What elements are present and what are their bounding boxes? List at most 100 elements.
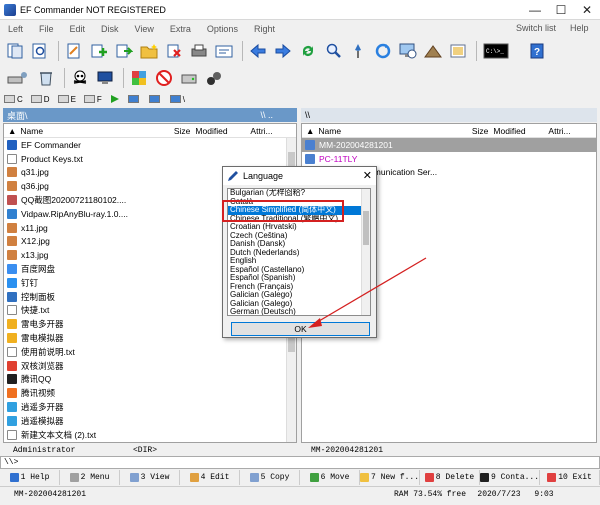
maximize-button[interactable]: ☐ [548,0,574,20]
new-folder-icon[interactable] [138,40,160,62]
drive-e[interactable]: E [57,95,76,104]
file-row[interactable]: 使用前说明.txt [4,345,296,359]
col-name[interactable]: Name [20,126,140,136]
menu-disk[interactable]: Disk [93,24,127,34]
edit-doc-icon[interactable] [63,40,85,62]
recycle-bin-icon[interactable] [35,67,57,89]
f3-view-button[interactable]: 3 View [120,470,180,485]
language-option[interactable]: Czech (Čeština) [228,232,362,241]
arrow-left-icon[interactable] [247,40,269,62]
col-size[interactable]: Size [140,126,191,136]
desktop-drive-icon[interactable] [127,95,141,103]
minimize-button[interactable]: — [522,0,548,20]
no-entry-icon[interactable] [153,67,175,89]
sync-icon[interactable] [297,40,319,62]
file-row[interactable]: 新建文本文档 (2).txt [4,428,296,442]
command-prompt-icon[interactable]: C:\>_ [481,40,511,62]
file-name: X12.jpg [21,236,50,247]
language-scroll-thumb[interactable] [363,211,369,245]
col-attri[interactable]: Attri... [548,126,578,136]
search-files-icon[interactable] [29,40,51,62]
print-icon[interactable] [188,40,210,62]
command-line-input[interactable]: \\> [0,456,600,469]
audio-icon[interactable] [203,67,225,89]
disk-tools-icon[interactable] [178,67,200,89]
monitor-icon[interactable] [397,40,419,62]
language-option[interactable]: Bulgarian (尤梓囵粭? [228,189,362,198]
root-drive[interactable]: \ [169,95,185,104]
file-row[interactable]: EF Commander [4,138,296,152]
status-computer: MM-202004281201 [14,489,87,499]
close-button[interactable]: ✕ [574,0,600,20]
file-row[interactable]: 逍遥多开器 [4,400,296,414]
file-icon [7,250,17,261]
f1-help-button[interactable]: 1 Help [0,470,60,485]
menu-options[interactable]: Options [199,24,246,34]
drive-d[interactable]: D [30,95,50,104]
delete-icon[interactable] [163,40,185,62]
menu-right[interactable]: Right [246,24,283,34]
file-name: 逍遥模拟器 [21,415,64,426]
f10-exit-button[interactable]: 10 Exit [540,470,600,485]
f7-new-folder-button[interactable]: 7 New f... [360,470,420,485]
menu-view[interactable]: View [127,24,162,34]
arrow-right-icon[interactable] [272,40,294,62]
file-row[interactable]: 逍遥模拟器 [4,414,296,428]
f4-edit-button[interactable]: 4 Edit [180,470,240,485]
pin-icon[interactable] [347,40,369,62]
language-option[interactable]: Danish (Dansk) [228,240,362,249]
network-drive-small-icon[interactable] [148,95,162,103]
new-file-icon[interactable] [88,40,110,62]
pen-icon [228,171,238,181]
left-path-bar[interactable]: 桌面\ \\ .. [3,108,297,122]
f5-copy-button[interactable]: 5 Copy [240,470,300,485]
network-item-selected[interactable]: MM-202004281201 [302,138,596,152]
menu-file[interactable]: File [31,24,62,34]
drive-f[interactable]: F [83,95,102,104]
move-icon[interactable] [113,40,135,62]
skull-icon[interactable] [69,67,91,89]
refresh-icon[interactable] [372,40,394,62]
left-nav-symbols[interactable]: \\ .. [260,110,273,120]
col-attri[interactable]: Attri... [250,126,280,136]
right-path-bar[interactable]: \\ [301,108,597,122]
title-bar: EF Commander NOT REGISTERED — ☐ ✕ [0,0,600,20]
f2-menu-button[interactable]: 2 Menu [60,470,120,485]
f8-delete-button[interactable]: 8 Delete [420,470,480,485]
col-size[interactable]: Size [438,126,489,136]
file-row[interactable]: 腾讯视频 [4,386,296,400]
find-icon[interactable] [322,40,344,62]
file-row[interactable]: 腾讯QQ [4,373,296,387]
file-name: 新建文本文档 (2).txt [21,429,97,440]
menu-help[interactable]: Help [570,20,589,37]
menu-switch-list[interactable]: Switch list [516,20,556,37]
f6-move-button[interactable]: 6 Move [300,470,360,485]
puzzle-icon[interactable] [128,67,150,89]
mountain-icon[interactable] [422,40,444,62]
network-item[interactable]: PC-11TLY [302,152,596,166]
drive-icon [83,95,95,103]
help-book-icon[interactable]: ? [526,40,548,62]
f9-context-button[interactable]: 9 Conta... [480,470,541,485]
view-icon [129,473,139,482]
system-monitor-icon[interactable] [94,67,116,89]
copy-doc-icon[interactable] [4,40,26,62]
image-icon[interactable] [447,40,469,62]
drive-c[interactable]: C [4,95,23,104]
menu-extra[interactable]: Extra [162,24,199,34]
file-name: q31.jpg [21,167,49,178]
dialog-close-button[interactable]: ✕ [363,169,372,182]
menu-left[interactable]: Left [0,24,31,34]
col-modified[interactable]: Modified [488,126,548,136]
file-row[interactable]: Product Keys.txt [4,152,296,166]
file-icon [7,208,17,219]
col-name[interactable]: Name [318,126,438,136]
language-option[interactable]: Croatian (Hrvatski) [228,223,362,232]
svg-text:C:\>_: C:\>_ [486,48,504,55]
menu-edit[interactable]: Edit [62,24,94,34]
properties-icon[interactable] [213,40,235,62]
file-row[interactable]: 双核浏览器 [4,359,296,373]
col-modified[interactable]: Modified [190,126,250,136]
play-drive-icon[interactable] [110,94,120,104]
network-drive-icon[interactable] [4,67,32,89]
